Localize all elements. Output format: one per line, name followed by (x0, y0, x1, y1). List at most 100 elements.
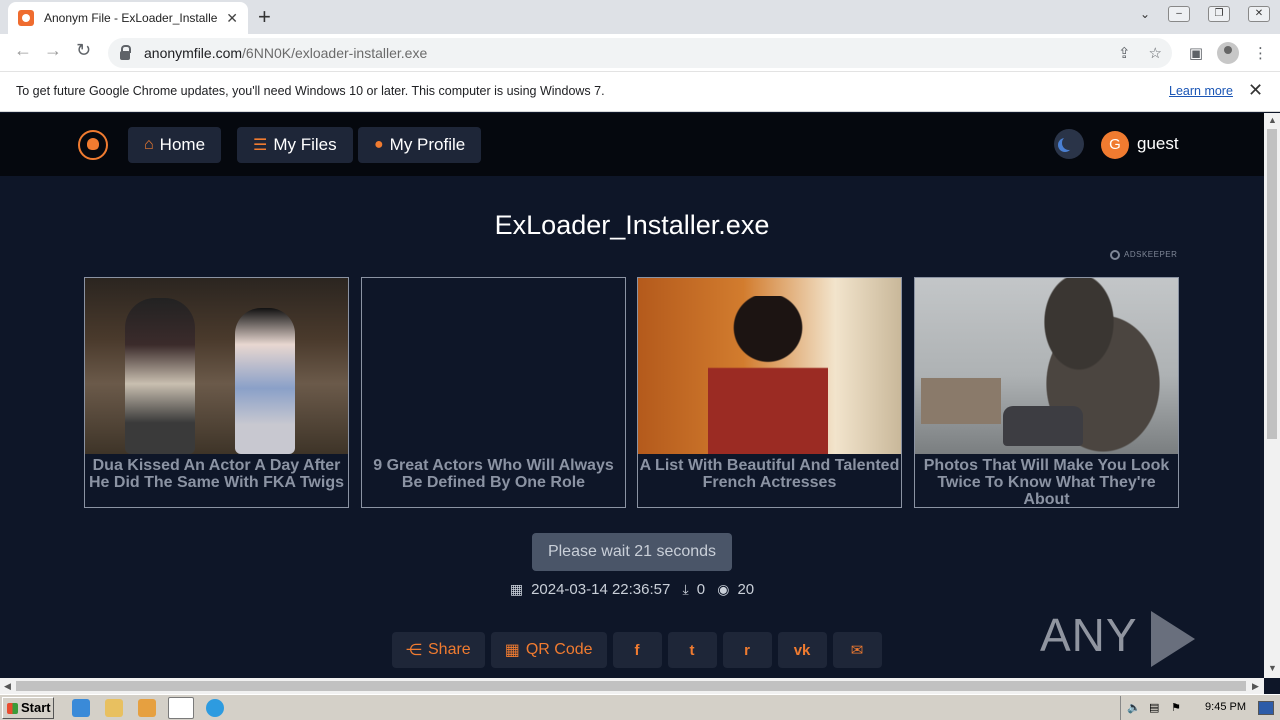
twitter-share-button[interactable]: t (667, 632, 717, 668)
clock[interactable]: 9:45 PM (1205, 701, 1246, 713)
dark-mode-toggle-icon[interactable] (1054, 129, 1084, 159)
horizontal-scroll-thumb[interactable] (16, 681, 1246, 691)
media-player-icon[interactable] (138, 699, 156, 717)
chrome-taskbar-icon[interactable] (168, 697, 194, 719)
bookmark-star-icon[interactable]: ☆ (1149, 44, 1162, 62)
omnibox-actions: ⇪ ☆ (1118, 44, 1162, 62)
forward-button[interactable]: → (44, 40, 62, 61)
ad-card[interactable]: A List With Beautiful And Talented Frenc… (637, 277, 902, 508)
file-title: ExLoader_Installer.exe (494, 210, 770, 240)
file-explorer-icon[interactable] (105, 699, 123, 717)
file-meta: ▦ 2024-03-14 22:36:57 ⤓ 0 ◉ 20 (0, 581, 1264, 598)
infobar-close-icon[interactable]: ✕ (1248, 80, 1263, 101)
toolbar-right: ▣ ⋮ (1189, 42, 1268, 64)
email-share-button[interactable]: ✉ (832, 632, 882, 668)
key-icon (1110, 250, 1120, 260)
chrome-menu-icon[interactable]: ⋮ (1253, 44, 1268, 62)
scroll-up-icon[interactable]: ▲ (1268, 115, 1277, 125)
scroll-left-icon[interactable]: ◀ (4, 681, 11, 692)
network-icon[interactable]: ▤ (1149, 701, 1159, 714)
nav-home-label: Home (159, 135, 206, 154)
ad-provider-label: ADSKEEPER (1124, 250, 1178, 260)
user-avatar[interactable]: G (1101, 131, 1129, 159)
share-page-icon[interactable]: ⇪ (1118, 44, 1131, 62)
show-desktop-icon[interactable] (1258, 701, 1274, 715)
play-triangle-icon (1150, 610, 1195, 667)
internet-explorer-icon[interactable] (72, 699, 90, 717)
ad-title[interactable]: Photos That Will Make You Look Twice To … (915, 457, 1178, 508)
reddit-share-button[interactable]: r (722, 632, 772, 668)
vertical-scrollbar[interactable]: ▲ ▼ (1264, 113, 1280, 678)
eye-icon: ◉ (717, 581, 730, 597)
site-logo-icon[interactable] (78, 130, 108, 160)
url-text[interactable]: anonymfile.com/6NN0K/exloader-installer.… (144, 45, 427, 61)
vertical-scroll-thumb[interactable] (1267, 129, 1277, 439)
minimize-button[interactable]: – (1168, 6, 1190, 22)
nav-home-button[interactable]: ⌂ Home (128, 127, 222, 163)
username-label[interactable]: guest (1137, 134, 1179, 154)
share-button[interactable]: ⋲ Share (392, 632, 485, 668)
download-icon: ⤓ (682, 581, 689, 597)
watermark-left: ANY (1040, 609, 1137, 661)
ad-title[interactable]: A List With Beautiful And Talented Frenc… (638, 457, 901, 491)
tab-title: Anonym File - ExLoader_Installer.exe (44, 11, 218, 25)
system-tray: 🔈 ▤ ⚑ 9:45 PM (1120, 696, 1280, 720)
ad-image[interactable] (85, 278, 348, 454)
scroll-down-icon[interactable]: ▼ (1268, 663, 1277, 673)
reddit-icon: r (744, 641, 750, 659)
home-icon: ⌂ (144, 136, 154, 153)
browser-toolbar: ← → ↻ anonymfile.com/6NN0K/exloader-inst… (0, 34, 1280, 72)
email-icon: ✉ (850, 642, 864, 659)
download-count: 0 (696, 581, 706, 598)
close-window-button[interactable]: ✕ (1248, 6, 1270, 22)
ad-image[interactable] (915, 278, 1178, 454)
back-button[interactable]: ← (14, 40, 32, 61)
learn-more-link[interactable]: Learn more (1169, 84, 1233, 98)
view-count: 20 (737, 581, 755, 598)
qr-code-button[interactable]: ▦ QR Code (490, 632, 607, 668)
nav-my-files-button[interactable]: ☰ My Files (237, 127, 353, 163)
browser-tab[interactable]: Anonym File - ExLoader_Installer.exe ✕ (8, 2, 248, 34)
facebook-share-button[interactable]: f (612, 632, 662, 668)
restore-button[interactable]: ❐ (1208, 6, 1230, 22)
ad-card[interactable]: Photos That Will Make You Look Twice To … (914, 277, 1179, 508)
share-buttons: ⋲ Share ▦ QR Code f t r vk ✉ (392, 632, 882, 668)
volume-icon[interactable]: 🔈 (1127, 701, 1141, 714)
nav-my-profile-button[interactable]: ● My Profile (358, 127, 482, 163)
start-button[interactable]: Start (2, 697, 54, 719)
tab-search-icon[interactable]: ⌄ (1140, 7, 1150, 21)
page-content: ⌂ Home ☰ My Files ● My Profile G guest E… (0, 113, 1264, 678)
ad-image[interactable] (362, 278, 625, 454)
download-wait-button[interactable]: Please wait 21 seconds (532, 533, 732, 571)
ad-image[interactable] (638, 278, 901, 454)
share-icon: ⋲ (406, 642, 422, 659)
list-icon: ☰ (253, 137, 268, 154)
twitter-icon: t (689, 641, 695, 659)
ad-title[interactable]: Dua Kissed An Actor A Day After He Did T… (85, 457, 348, 491)
profile-avatar-icon[interactable] (1217, 42, 1239, 64)
share-label: Share (428, 641, 471, 658)
tab-close-icon[interactable]: ✕ (226, 10, 238, 27)
side-panel-icon[interactable]: ▣ (1189, 44, 1203, 62)
lock-icon[interactable] (120, 44, 131, 60)
infobar-message: To get future Google Chrome updates, you… (16, 84, 605, 98)
scroll-right-icon[interactable]: ▶ (1252, 681, 1259, 692)
new-tab-button[interactable]: + (258, 4, 271, 30)
horizontal-scrollbar[interactable]: ◀ ▶ (0, 678, 1264, 694)
ad-card[interactable]: Dua Kissed An Actor A Day After He Did T… (84, 277, 349, 508)
qr-code-icon: ▦ (504, 642, 520, 659)
flag-icon[interactable]: ⚑ (1171, 701, 1181, 714)
edge-icon[interactable] (206, 699, 224, 717)
qr-code-label: QR Code (525, 641, 593, 658)
url-host: anonymfile.com (144, 45, 243, 61)
ad-card[interactable]: 9 Great Actors Who Will Always Be Define… (361, 277, 626, 508)
ad-provider-badge[interactable]: ADSKEEPER (1110, 250, 1177, 260)
window-controls: ⌄ – ❐ ✕ (1140, 6, 1270, 22)
address-bar[interactable]: anonymfile.com/6NN0K/exloader-installer.… (108, 38, 1172, 68)
ad-title[interactable]: 9 Great Actors Who Will Always Be Define… (362, 457, 625, 491)
vk-share-button[interactable]: vk (777, 632, 827, 668)
nav-my-profile-label: My Profile (389, 135, 466, 154)
nav-my-files-label: My Files (273, 135, 337, 154)
site-navbar: ⌂ Home ☰ My Files ● My Profile G guest (0, 113, 1264, 176)
reload-button[interactable]: ↻ (76, 40, 91, 61)
